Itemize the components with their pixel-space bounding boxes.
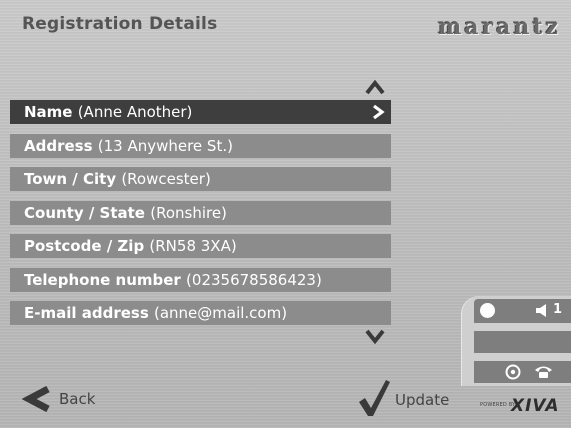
status-bar-sources <box>474 361 571 383</box>
field-label: Postcode / Zip <box>24 237 150 255</box>
field-label: Name <box>24 103 78 121</box>
speaker-icon <box>536 304 546 317</box>
checkmark-icon <box>359 380 390 416</box>
field-value: (Ronshire) <box>150 203 227 222</box>
back-arrow-icon <box>22 386 50 412</box>
field-label: Telephone number <box>24 270 187 289</box>
field-value: (Anne Another) <box>77 103 193 121</box>
update-label: Update <box>395 391 450 409</box>
field-row-address[interactable]: Address (13 Anywhere St.) <box>10 133 391 158</box>
field-row-telephone[interactable]: Telephone number (0235678586423) <box>10 267 391 292</box>
status-bar-info <box>474 331 571 353</box>
volume-level: 1 <box>553 302 563 317</box>
field-label: E-mail address <box>24 304 154 322</box>
screen: Registration Details marantz Name (Anne … <box>0 0 571 428</box>
page-title: Registration Details <box>22 14 218 34</box>
field-value: (anne@mail.com) <box>153 304 288 322</box>
field-row-town-city[interactable]: Town / City (Rowcester) <box>10 167 391 191</box>
field-row-name[interactable]: Name (Anne Another) <box>10 100 391 124</box>
field-value: (RN58 3XA) <box>149 237 237 255</box>
field-value: (Rowcester) <box>121 170 211 188</box>
field-row-county-state[interactable]: County / State (Ronshire) <box>10 200 391 225</box>
brand-logo: marantz <box>437 14 561 40</box>
disc-icon[interactable] <box>505 364 521 380</box>
field-label: Address <box>24 136 98 155</box>
field-row-postcode-zip[interactable]: Postcode / Zip (RN58 3XA) <box>10 234 391 258</box>
field-row-email[interactable]: E-mail address (anne@mail.com) <box>10 301 391 325</box>
field-label: Town / City <box>24 170 122 188</box>
back-label: Back <box>59 390 96 408</box>
xiva-logo: XIVA <box>511 396 560 416</box>
powered-by-logo: POWERED BY XIVA <box>480 396 570 416</box>
select-arrow-icon <box>373 104 385 120</box>
record-dot-icon <box>480 303 495 318</box>
scroll-up-icon[interactable] <box>364 78 386 96</box>
field-label: County / State <box>24 203 151 222</box>
scroll-down-icon[interactable] <box>364 328 386 346</box>
update-button[interactable]: Update <box>357 378 457 420</box>
back-button[interactable]: Back <box>22 382 112 416</box>
field-value: (13 Anywhere St.) <box>97 136 233 155</box>
field-list: Name (Anne Another) Address (13 Anywhere… <box>10 100 391 335</box>
field-value: (0235678586423) <box>186 270 322 289</box>
phone-icon[interactable] <box>534 364 553 380</box>
